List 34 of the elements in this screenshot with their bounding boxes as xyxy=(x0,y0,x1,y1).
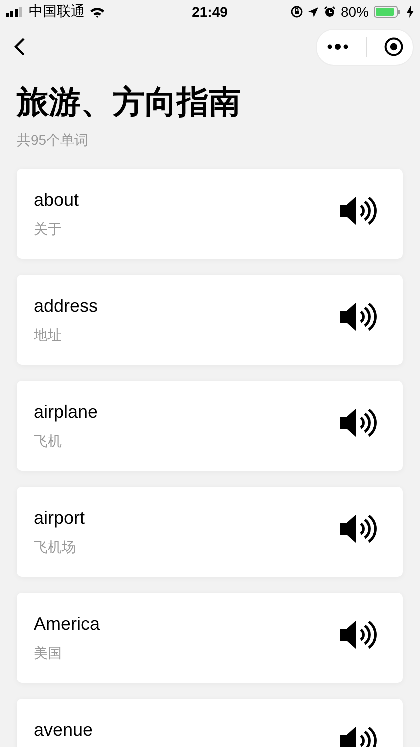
word-meaning: 飞机场 xyxy=(34,539,77,557)
word-text: airport xyxy=(34,508,86,529)
word-meaning: 地址 xyxy=(34,327,63,345)
word-meaning: 美国 xyxy=(34,645,63,663)
word-text: address xyxy=(34,296,98,317)
carrier-name: 中国联通 xyxy=(29,3,85,21)
word-card[interactable]: airplane 飞机 xyxy=(17,381,403,471)
battery-percentage: 80% xyxy=(340,4,369,20)
speaker-icon[interactable] xyxy=(339,301,379,333)
word-text: America xyxy=(34,614,100,635)
speaker-icon[interactable] xyxy=(339,619,379,651)
rotation-lock-icon xyxy=(290,6,303,18)
clock-time: 21:49 xyxy=(192,4,228,20)
word-card[interactable]: about 关于 xyxy=(17,169,403,259)
word-count: 共95个单词 xyxy=(17,132,90,150)
word-text: about xyxy=(34,190,80,211)
charging-bolt-icon xyxy=(407,6,414,18)
word-card[interactable]: avenue xyxy=(17,699,403,747)
word-meaning: 飞机 xyxy=(34,433,63,451)
word-card[interactable]: airport 飞机场 xyxy=(17,487,403,577)
battery-icon xyxy=(374,6,402,18)
word-meaning: 关于 xyxy=(34,221,63,239)
alarm-clock-icon xyxy=(324,6,336,18)
word-text: airplane xyxy=(34,402,98,423)
speaker-icon[interactable] xyxy=(339,195,379,227)
word-card[interactable]: America 美国 xyxy=(17,593,403,683)
word-card[interactable]: address 地址 xyxy=(17,275,403,365)
word-text: avenue xyxy=(34,720,94,741)
location-arrow-icon xyxy=(308,6,319,18)
signal-icon xyxy=(6,7,24,17)
speaker-icon[interactable] xyxy=(339,513,379,545)
speaker-icon[interactable] xyxy=(339,407,379,439)
page-title: 旅游、方向指南 xyxy=(17,83,242,122)
wifi-icon xyxy=(90,6,105,18)
